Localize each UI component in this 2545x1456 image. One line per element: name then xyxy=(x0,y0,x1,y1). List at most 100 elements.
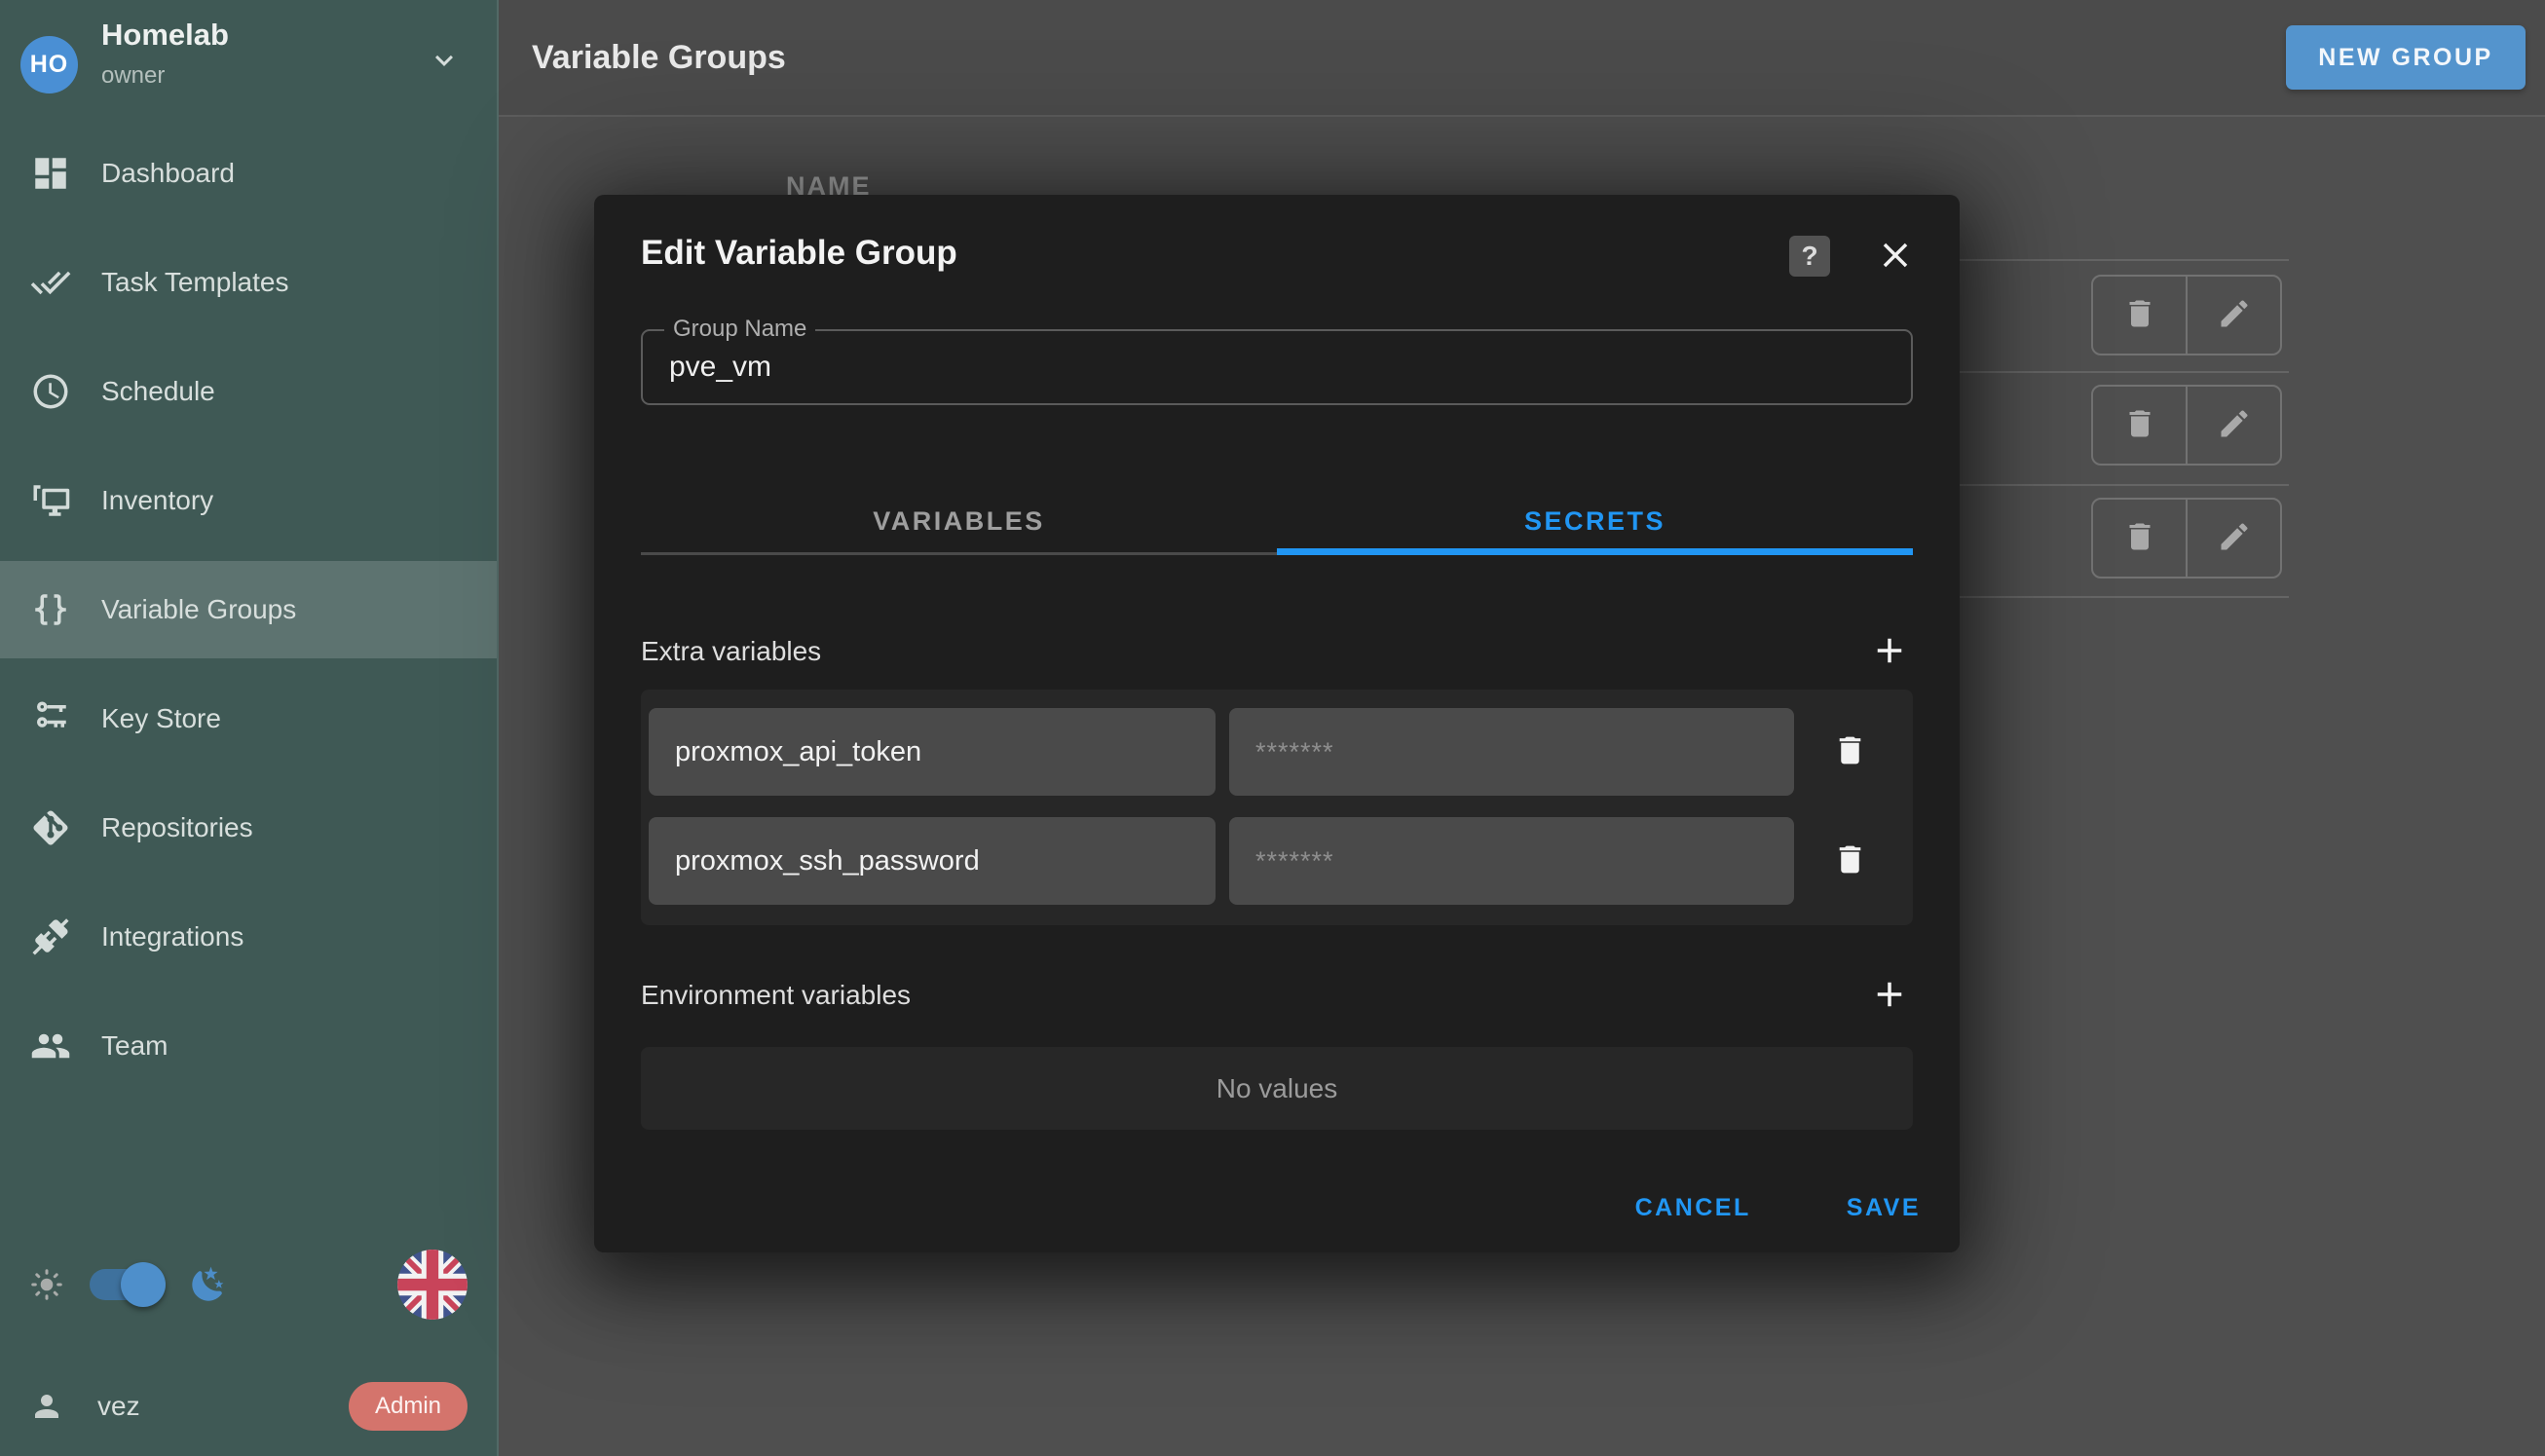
dialog-title: Edit Variable Group xyxy=(641,234,957,273)
project-role: owner xyxy=(101,62,165,90)
dark-mode-toggle[interactable] xyxy=(90,1269,162,1300)
trash-icon xyxy=(1832,841,1868,880)
theme-switcher-row xyxy=(0,1250,497,1320)
plus-icon xyxy=(1869,659,1910,674)
edit-group-button[interactable] xyxy=(2188,277,2280,354)
trash-icon xyxy=(1832,732,1868,771)
chevron-down-icon xyxy=(427,43,462,78)
tab-secrets[interactable]: SECRETS xyxy=(1277,487,1913,555)
delete-group-button[interactable] xyxy=(2093,500,2188,577)
sidebar-item-key-store[interactable]: Key Store xyxy=(0,670,497,767)
save-button[interactable]: SAVE xyxy=(1835,1186,1932,1230)
sidebar-item-label: Task Templates xyxy=(101,267,288,298)
variable-row xyxy=(649,817,1905,905)
table-row-actions xyxy=(2091,275,2282,355)
project-name: Homelab xyxy=(101,18,229,53)
user-icon xyxy=(29,1389,64,1424)
project-avatar: HO xyxy=(20,36,78,93)
edit-group-button[interactable] xyxy=(2188,500,2280,577)
username: vez xyxy=(97,1391,140,1422)
environment-variables-title: Environment variables xyxy=(641,980,911,1011)
top-bar: Variable Groups NEW GROUP xyxy=(499,0,2545,117)
variable-row xyxy=(649,708,1905,796)
delete-group-button[interactable] xyxy=(2093,277,2188,354)
group-name-label: Group Name xyxy=(664,316,815,343)
sidebar-item-inventory[interactable]: Inventory xyxy=(0,452,497,549)
extra-variables-title: Extra variables xyxy=(641,636,821,667)
edit-variable-group-dialog: Edit Variable Group ? Group Name VARIABL… xyxy=(594,195,1960,1252)
sidebar-item-integrations[interactable]: Integrations xyxy=(0,888,497,986)
trash-icon xyxy=(2122,406,2157,444)
sidebar-item-task-templates[interactable]: Task Templates xyxy=(0,234,497,331)
sun-icon xyxy=(29,1267,64,1302)
clock-icon xyxy=(30,371,71,412)
check-all-icon xyxy=(30,262,71,303)
new-group-button[interactable]: NEW GROUP xyxy=(2286,25,2526,90)
add-environment-variable-button[interactable] xyxy=(1866,972,1913,1019)
environment-variables-empty: No values xyxy=(641,1047,1913,1130)
git-icon xyxy=(30,807,71,848)
sidebar-item-variable-groups[interactable]: Variable Groups xyxy=(0,561,497,658)
language-flag-uk[interactable] xyxy=(397,1250,468,1320)
sidebar-item-label: Variable Groups xyxy=(101,594,296,625)
sidebar-item-label: Integrations xyxy=(101,921,243,952)
sidebar-item-label: Inventory xyxy=(101,485,213,516)
edit-group-button[interactable] xyxy=(2188,387,2280,464)
trash-icon xyxy=(2122,296,2157,334)
dashboard-icon xyxy=(30,153,71,194)
extra-variables-header: Extra variables xyxy=(641,628,1913,675)
admin-badge: Admin xyxy=(349,1382,468,1431)
delete-group-button[interactable] xyxy=(2093,387,2188,464)
dialog-tabs: VARIABLES SECRETS xyxy=(641,487,1913,555)
sidebar-item-dashboard[interactable]: Dashboard xyxy=(0,125,497,222)
close-icon xyxy=(1875,264,1916,279)
sidebar-item-label: Schedule xyxy=(101,376,215,407)
keys-icon xyxy=(30,698,71,739)
app-window: Variable Groups NEW GROUP NAME xyxy=(0,0,2545,1456)
moon-icon xyxy=(189,1265,228,1304)
code-braces-icon xyxy=(30,589,71,630)
sidebar-nav: Dashboard Task Templates Schedule Invent… xyxy=(0,125,497,1106)
sidebar-item-label: Dashboard xyxy=(101,158,235,189)
trash-icon xyxy=(2122,519,2157,557)
toggle-thumb xyxy=(121,1262,166,1307)
table-row-actions xyxy=(2091,498,2282,579)
plus-icon xyxy=(1869,1003,1910,1018)
environment-variables-header: Environment variables xyxy=(641,972,1913,1019)
sidebar-item-repositories[interactable]: Repositories xyxy=(0,779,497,877)
connection-icon xyxy=(30,916,71,957)
variable-name-input[interactable] xyxy=(649,708,1216,796)
delete-variable-button[interactable] xyxy=(1794,841,1905,880)
sidebar-item-label: Team xyxy=(101,1030,168,1062)
extra-variables-list xyxy=(641,690,1913,925)
sidebar-item-team[interactable]: Team xyxy=(0,997,497,1095)
pencil-icon xyxy=(2217,519,2252,557)
add-extra-variable-button[interactable] xyxy=(1866,628,1913,675)
sidebar-item-schedule[interactable]: Schedule xyxy=(0,343,497,440)
tab-underline xyxy=(641,552,1277,555)
sidebar: HO Homelab owner Dashboard Task Template… xyxy=(0,0,499,1456)
pencil-icon xyxy=(2217,406,2252,444)
team-icon xyxy=(30,1026,71,1066)
close-button[interactable] xyxy=(1873,234,1918,279)
tab-label: VARIABLES xyxy=(873,506,1045,537)
user-row[interactable]: vez Admin xyxy=(0,1371,497,1441)
sidebar-item-label: Key Store xyxy=(101,703,221,734)
help-button[interactable]: ? xyxy=(1789,236,1830,277)
group-name-field: Group Name xyxy=(641,329,1913,405)
cancel-button[interactable]: CANCEL xyxy=(1624,1186,1763,1230)
group-name-input[interactable] xyxy=(643,331,1911,403)
project-switcher[interactable]: HO Homelab owner xyxy=(0,0,497,125)
variable-value-input[interactable] xyxy=(1229,708,1794,796)
monitor-multiple-icon xyxy=(30,480,71,521)
dialog-actions: CANCEL SAVE xyxy=(1624,1180,1932,1235)
tab-variables[interactable]: VARIABLES xyxy=(641,487,1277,555)
table-row-actions xyxy=(2091,385,2282,466)
sidebar-item-label: Repositories xyxy=(101,812,253,843)
delete-variable-button[interactable] xyxy=(1794,732,1905,771)
variable-name-input[interactable] xyxy=(649,817,1216,905)
pencil-icon xyxy=(2217,296,2252,334)
variable-value-input[interactable] xyxy=(1229,817,1794,905)
page-title: Variable Groups xyxy=(532,39,786,77)
tab-label: SECRETS xyxy=(1524,506,1665,537)
